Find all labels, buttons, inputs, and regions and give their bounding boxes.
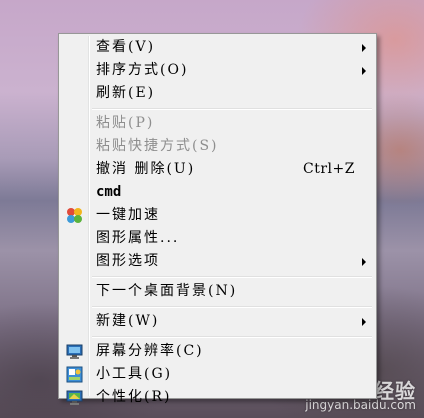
menu-item-speedup-label: 一键加速 (96, 207, 160, 223)
menu-item-undo-delete[interactable]: 撤消 删除(U) Ctrl+Z (61, 158, 374, 181)
menu-separator (61, 105, 374, 112)
menu-item-cmd-label: cmd (96, 184, 122, 200)
menu-item-sort-label: 排序方式(O) (96, 62, 189, 78)
menu-item-paste-shortcut-label: 粘贴快捷方式(S) (96, 138, 219, 154)
menu-item-sort[interactable]: 排序方式(O) (61, 59, 374, 82)
desktop-context-menu: 查看(V) 排序方式(O) 刷新(E) 粘贴(P) 粘贴快捷方式(S) 撤消 删… (58, 33, 377, 405)
menu-item-graphics-properties[interactable]: 图形属性... (61, 227, 374, 250)
personalize-monitor-icon (66, 390, 83, 405)
menu-item-next-background[interactable]: 下一个桌面背景(N) (61, 280, 374, 303)
menu-item-cmd[interactable]: cmd (61, 181, 374, 204)
menu-item-graphics-options-label: 图形选项 (96, 253, 160, 269)
menu-item-screen-resolution[interactable]: 屏幕分辨率(C) (61, 340, 374, 363)
menu-separator (61, 333, 374, 340)
menu-item-next-background-label: 下一个桌面背景(N) (96, 283, 238, 299)
submenu-arrow-icon (362, 67, 366, 75)
gadgets-icon (66, 366, 83, 383)
menu-item-gadgets[interactable]: 小工具(G) (61, 363, 374, 386)
menu-item-speedup[interactable]: 一键加速 (61, 204, 374, 227)
menu-separator (61, 303, 374, 310)
menu-item-personalize-label: 个性化(R) (96, 389, 172, 405)
menu-item-undo-delete-label: 撤消 删除(U) (96, 161, 196, 177)
menu-item-refresh-label: 刷新(E) (96, 85, 156, 101)
submenu-arrow-icon (362, 318, 366, 326)
menu-item-new[interactable]: 新建(W) (61, 310, 374, 333)
menu-item-paste-shortcut[interactable]: 粘贴快捷方式(S) (61, 135, 374, 158)
menu-separator (61, 273, 374, 280)
menu-item-paste-label: 粘贴(P) (96, 115, 155, 131)
menu-item-personalize[interactable]: 个性化(R) (61, 386, 374, 409)
menu-item-graphics-options[interactable]: 图形选项 (61, 250, 374, 273)
menu-item-gadgets-label: 小工具(G) (96, 366, 173, 382)
menu-item-new-label: 新建(W) (96, 313, 160, 329)
menu-item-undo-shortcut: Ctrl+Z (303, 161, 355, 177)
monitor-icon (66, 344, 83, 359)
submenu-arrow-icon (362, 44, 366, 52)
submenu-arrow-icon (362, 258, 366, 266)
menu-item-view[interactable]: 查看(V) (61, 36, 374, 59)
menu-item-graphics-properties-label: 图形属性... (96, 230, 180, 246)
menu-item-view-label: 查看(V) (96, 39, 156, 55)
menu-item-paste[interactable]: 粘贴(P) (61, 112, 374, 135)
menu-item-screen-resolution-label: 屏幕分辨率(C) (96, 343, 204, 359)
menu-item-refresh[interactable]: 刷新(E) (61, 82, 374, 105)
four-color-circles-icon (67, 208, 82, 223)
